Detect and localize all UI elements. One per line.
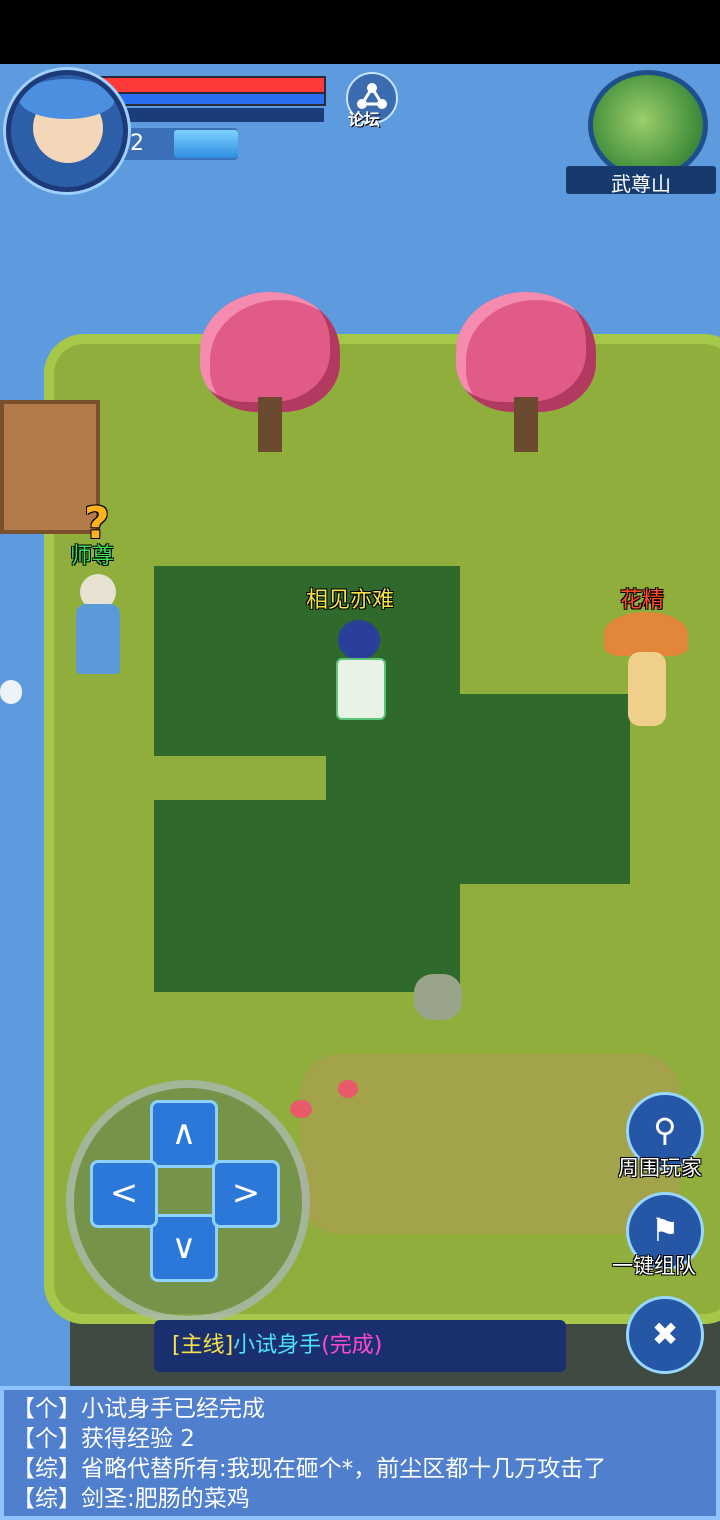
chat-line: 【综】省略代替所有:我现在砸个*，前尘区都十几万攻击了	[12, 1456, 607, 1482]
dark-grass-patch	[154, 800, 460, 992]
flower	[290, 1100, 312, 1118]
player-name: 相见亦难	[306, 588, 395, 613]
master-npc-label: 师尊	[70, 544, 115, 569]
flower-spirit-label: 花精	[620, 588, 665, 613]
level-exp-fill	[174, 130, 238, 158]
flower-spirit-npc[interactable]	[604, 612, 688, 730]
player-avatar[interactable]	[6, 70, 128, 192]
game-world[interactable]: ? 师尊 相见亦难 花精	[0, 64, 720, 1520]
player-level: 2	[130, 131, 144, 156]
mp-bar	[100, 92, 326, 106]
cloud	[0, 680, 22, 704]
dpad-down-button[interactable]: ∨	[150, 1214, 218, 1282]
chevron-up-icon: ∧	[171, 1113, 197, 1153]
chat-line: 【个】获得经验 2	[12, 1426, 195, 1452]
quest-tag: [主线]	[172, 1333, 234, 1358]
location-pin-icon: ⚲	[653, 1111, 677, 1149]
dpad-up-button[interactable]: ∧	[150, 1100, 218, 1168]
chevron-right-icon: >	[231, 1173, 261, 1213]
dpad-right-button[interactable]: >	[212, 1160, 280, 1228]
chat-line: 【综】剑圣:肥肠的菜鸡	[12, 1486, 250, 1512]
attack-button[interactable]: ✖	[626, 1296, 704, 1374]
cherry-blossom-tree	[456, 292, 596, 462]
one-click-team-label: 一键组队	[612, 1254, 696, 1278]
flower	[338, 1080, 358, 1098]
exp-bar	[110, 108, 324, 122]
chevron-down-icon: ∨	[171, 1227, 197, 1267]
flag-plus-icon: ⚑	[650, 1211, 680, 1249]
dirt-path	[300, 1054, 680, 1234]
quest-status: (完成)	[321, 1333, 383, 1358]
cherry-blossom-tree	[200, 292, 340, 462]
quest-name: 小试身手	[233, 1333, 322, 1358]
crossed-swords-icon: ✖	[651, 1315, 679, 1353]
rock	[414, 974, 462, 1020]
map-name: 武尊山	[611, 172, 671, 196]
chat-panel[interactable]: 【个】小试身手已经完成 【个】获得经验 2 【综】省略代替所有:我现在砸个*，前…	[0, 1386, 720, 1520]
master-npc[interactable]	[72, 574, 124, 678]
forum-label: 论坛	[348, 110, 381, 129]
quest-tracker[interactable]: [主线]小试身手(完成)	[154, 1320, 566, 1372]
player-character[interactable]	[332, 620, 386, 720]
dpad-left-button[interactable]: <	[90, 1160, 158, 1228]
nearby-players-label: 周围玩家	[618, 1156, 702, 1180]
chat-line: 【个】小试身手已经完成	[12, 1396, 265, 1422]
minimap[interactable]	[588, 70, 708, 180]
chevron-left-icon: <	[109, 1173, 139, 1213]
